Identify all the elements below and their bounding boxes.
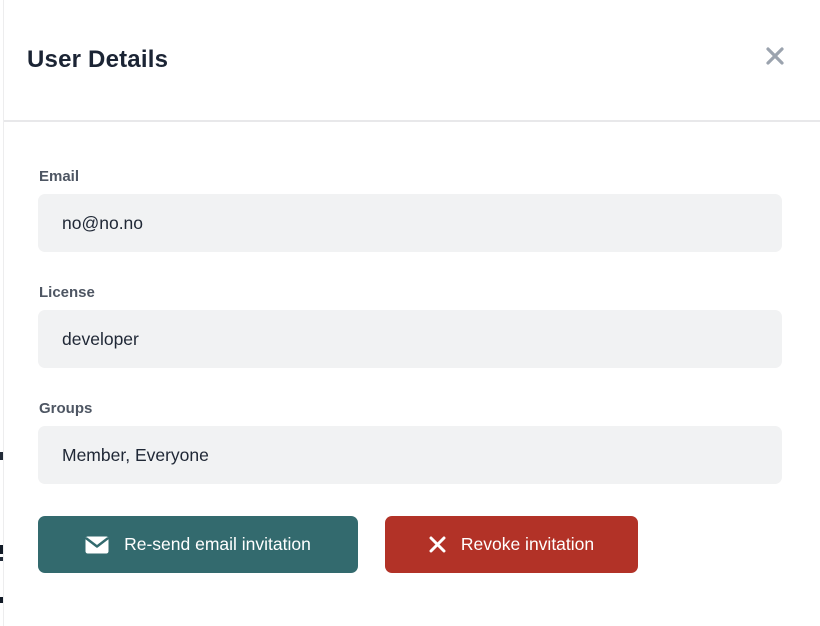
groups-input[interactable] [38,426,782,484]
action-buttons: Re-send email invitation Revoke invitati… [38,516,782,573]
x-icon [429,536,446,553]
envelope-icon [85,536,109,554]
email-input[interactable] [38,194,782,252]
resend-invitation-button[interactable]: Re-send email invitation [38,516,358,573]
revoke-button-label: Revoke invitation [461,534,594,555]
close-icon [763,44,787,68]
user-details-modal: User Details Email License Groups [0,0,820,626]
email-field-group: Email [38,168,782,252]
underlying-page-edge [0,0,4,626]
license-input[interactable] [38,310,782,368]
revoke-invitation-button[interactable]: Revoke invitation [385,516,638,573]
resend-button-label: Re-send email invitation [124,534,311,555]
close-button[interactable] [758,39,792,73]
groups-field-group: Groups [38,400,782,484]
email-label: Email [39,168,782,185]
license-label: License [39,284,782,301]
modal-body: Email License Groups Re-send email invit… [0,122,820,573]
modal-header: User Details [0,0,820,122]
license-field-group: License [38,284,782,368]
modal-left-border [3,0,4,626]
modal-title: User Details [27,46,168,74]
groups-label: Groups [39,400,782,417]
